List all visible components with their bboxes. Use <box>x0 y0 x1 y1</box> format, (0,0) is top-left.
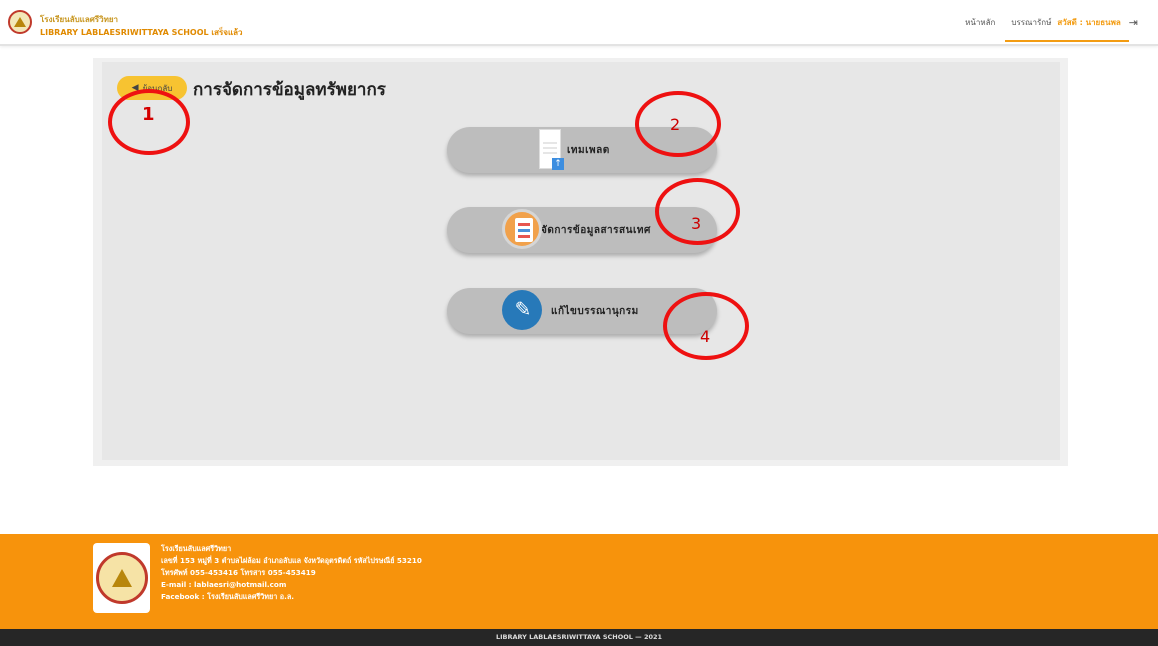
template-button-label: เทมเพลต <box>567 144 610 156</box>
copyright-bar: LIBRARY LABLAESRIWITTAYA SCHOOL — 2021 <box>0 629 1158 646</box>
edit-bibliography-icon: ✎ <box>502 290 542 330</box>
manage-info-button-label: จัดการข้อมูลสารสนเทศ <box>541 224 651 236</box>
footer-facebook-link[interactable]: Facebook : โรงเรียนลับแลศรีวิทยา อ.ล. <box>161 591 422 603</box>
nav-home-link[interactable]: หน้าหลัก <box>965 16 995 29</box>
content-panel <box>102 62 1060 460</box>
nav-librarian-label[interactable]: บรรณารักษ์ <box>1011 18 1051 27</box>
footer-school-logo <box>93 543 150 613</box>
resource-data-icon <box>502 209 542 249</box>
annotation-circle-3 <box>655 178 740 245</box>
annotation-number-2: 2 <box>670 115 681 134</box>
annotation-number-4: 4 <box>700 327 711 346</box>
logout-icon[interactable]: ⇥ <box>1129 16 1138 29</box>
annotation-circle-4 <box>663 292 749 360</box>
user-greeting[interactable]: สวัสดี : นายธนพล <box>1057 18 1120 27</box>
footer-contact: โรงเรียนลับแลศรีวิทยา เลขที่ 153 หมู่ที่… <box>161 543 422 603</box>
footer-address: เลขที่ 153 หมู่ที่ 3 ตำบลไผ่ล้อม อำเภอลั… <box>161 556 422 565</box>
footer-school-name: โรงเรียนลับแลศรีวิทยา <box>161 544 232 553</box>
document-upload-icon: ↑ <box>539 129 564 170</box>
page-title: การจัดการข้อมูลทรัพยากร <box>193 80 386 100</box>
brand-subtitle[interactable]: LIBRARY LABLAESRIWITTAYA SCHOOL เสร็จแล้… <box>40 26 243 39</box>
brand-title[interactable]: โรงเรียนลับแลศรีวิทยา <box>40 13 118 26</box>
footer-email-link[interactable]: E-mail : lablaesri@hotmail.com <box>161 579 422 591</box>
nav-librarian-tab[interactable]: บรรณารักษ์ สวัสดี : นายธนพล <box>1005 16 1130 42</box>
top-nav: หน้าหลัก บรรณารักษ์ สวัสดี : นายธนพล ⇥ <box>949 16 1138 42</box>
annotation-number-3: 3 <box>691 214 702 233</box>
edit-bibliography-label: แก้ไขบรรณานุกรม <box>551 305 639 317</box>
annotation-number-1: 1 <box>142 104 155 125</box>
school-logo-icon[interactable] <box>8 10 32 34</box>
footer-phone: โทรศัพท์ 055-453416 โทรสาร 055-453419 <box>161 568 316 577</box>
top-header: โรงเรียนลับแลศรีวิทยา LIBRARY LABLAESRIW… <box>0 0 1158 46</box>
footer: โรงเรียนลับแลศรีวิทยา เลขที่ 153 หมู่ที่… <box>0 534 1158 629</box>
